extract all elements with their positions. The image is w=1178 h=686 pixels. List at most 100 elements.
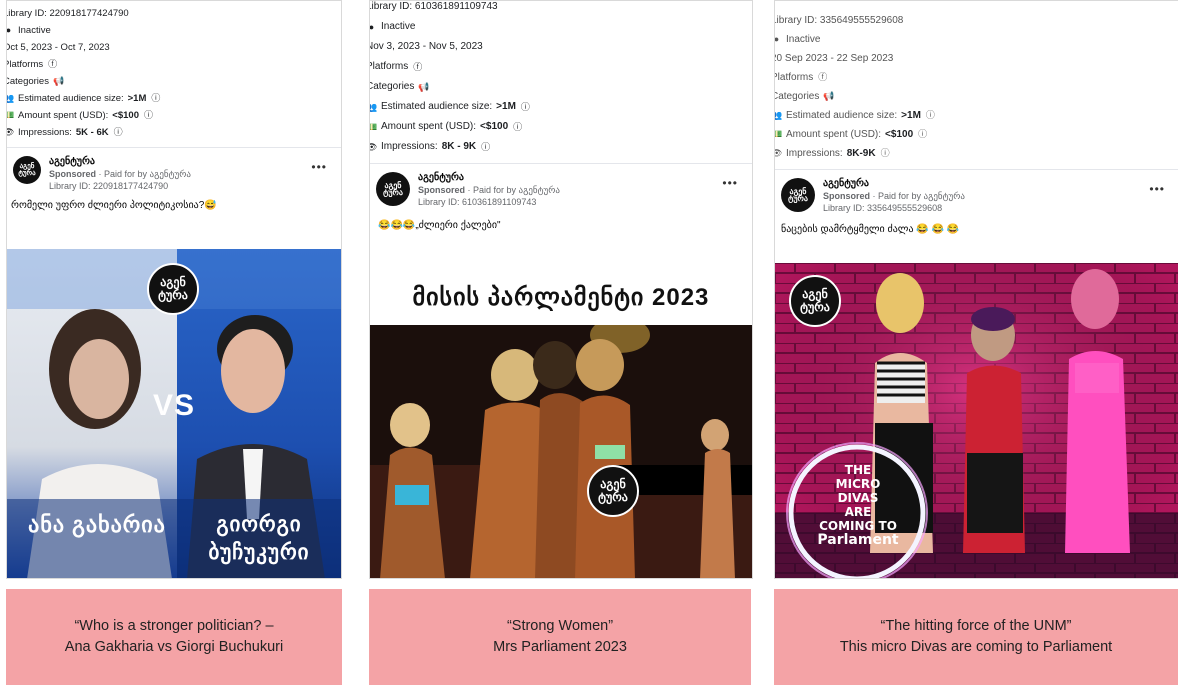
megaphone-icon: 📢 (52, 76, 65, 86)
people-icon: 👥 (775, 106, 782, 125)
info-icon[interactable]: ⓘ (512, 117, 523, 137)
spent-row: 💵Amount spent (USD):<$100ⓘ (370, 117, 752, 137)
banner-text: მისის პარლამენტი 2023 (412, 284, 710, 311)
ad-image-graphic (370, 325, 752, 578)
info-icon[interactable]: ⓘ (480, 137, 491, 157)
paid-for-text: · Paid for by აგენტურა (467, 185, 560, 195)
status-text: Inactive (786, 34, 821, 45)
post-caption: 😂😂😂„ძლიერი ქალები" (378, 220, 501, 231)
status-row: ● Inactive (774, 30, 1178, 49)
people-icon: 👥 (7, 90, 14, 107)
neon-line: Parlament (817, 532, 899, 548)
sponsored-label: Sponsored (823, 191, 871, 201)
facebook-icon: ⓕ (413, 62, 423, 72)
people-icon: 👥 (370, 97, 377, 117)
info-icon[interactable]: ⓘ (113, 124, 124, 141)
library-id: Library ID: 335649555529608 (774, 15, 904, 26)
neon-line: DIVAS (837, 491, 879, 505)
page-name[interactable]: აგენტურა (823, 178, 965, 190)
neon-line: MICRO (835, 477, 881, 491)
eye-icon: 👁 (370, 137, 377, 157)
eye-icon: 👁 (7, 124, 14, 141)
name-left: ანა გახარია (28, 512, 166, 537)
agentura-logo: აგენ ტურა (587, 465, 639, 517)
date-range: 20 Sep 2023 - 22 Sep 2023 (774, 53, 894, 64)
post-header: აგენ ტურა აგენტურა Sponsored · Paid for … (775, 170, 1178, 218)
more-options-icon[interactable]: ••• (311, 160, 327, 174)
platforms-row: Platforms ⓕ (370, 57, 752, 77)
money-icon: 💵 (7, 107, 14, 124)
status-row: ● Inactive (370, 17, 752, 37)
audience-row: 👥Estimated audience size:>1Mⓘ (370, 97, 752, 117)
ad-image[interactable]: მისის პარლამენტი 2023 აგენ ტურა (370, 273, 752, 578)
ad-card-3: Library ID: 335649555529608 ● Inactive 20… (774, 0, 1178, 579)
caption-line: This micro Divas are coming to Parliamen… (839, 639, 1113, 655)
page-name[interactable]: აგენტურა (49, 156, 191, 168)
translation-caption-3: “The hitting force of the UNM” This micr… (774, 589, 1178, 685)
more-options-icon[interactable]: ••• (1149, 182, 1165, 196)
ad-metadata: Library ID: 220918177424790 ● Inactive Oc… (6, 1, 341, 141)
agentura-logo: აგენ ტურა (789, 275, 841, 327)
ad-metadata: Library ID: 335649555529608 ● Inactive 20… (774, 7, 1178, 163)
caption-line: Mrs Parliament 2023 (493, 639, 627, 655)
impressions-row: 👁Impressions:8K-9Kⓘ (775, 144, 1178, 163)
neon-line: COMING TO (819, 519, 897, 533)
date-range: Oct 5, 2023 - Oct 7, 2023 (6, 42, 110, 53)
translation-caption-2: “Strong Women” Mrs Parliament 2023 (369, 589, 751, 685)
name-right: გიორგი ბუჩუკური (208, 513, 310, 564)
avatar[interactable]: აგენ ტურა (376, 172, 410, 206)
spent-row: 💵Amount spent (USD):<$100ⓘ (775, 125, 1178, 144)
check-circle-icon: ● (774, 34, 780, 44)
neon-text: THE MICRO DIVAS ARE COMING TO Parlament (795, 463, 921, 547)
impressions-row: 👁Impressions:5K - 6Kⓘ (7, 124, 341, 141)
post-library-id: Library ID: 335649555529608 (823, 203, 943, 213)
status-row: ● Inactive (7, 22, 341, 39)
categories-row: Categories 📢 (775, 87, 1178, 106)
ad-card-2: Library ID: 610361891109743 ● Inactive No… (369, 0, 753, 579)
spent-row: 💵Amount spent (USD):<$100ⓘ (7, 107, 341, 124)
vs-text: VS (153, 389, 196, 422)
post-library-id: Library ID: 610361891109743 (418, 197, 537, 207)
categories-row: Categories 📢 (370, 77, 752, 97)
ad-image[interactable]: აგენ ტურა VS ანა გახარია გიორგი ბუჩუკური (7, 249, 341, 578)
post-caption: რომელი უფრო ძლიერი პოლიტიკოსია?😅 (11, 200, 217, 211)
caption-line: “Who is a stronger politician? – (74, 618, 274, 634)
info-icon[interactable]: ⓘ (143, 107, 154, 124)
caption-line: “Strong Women” (506, 618, 614, 634)
post-header: აგენ ტურა აგენტურა Sponsored · Paid for … (7, 148, 341, 196)
page-name[interactable]: აგენტურა (418, 172, 560, 184)
facebook-icon: ⓕ (48, 59, 58, 69)
ad-card-1: Library ID: 220918177424790 ● Inactive Oc… (6, 0, 342, 579)
date-range: Nov 3, 2023 - Nov 5, 2023 (369, 41, 483, 52)
info-icon[interactable]: ⓘ (925, 106, 936, 125)
sponsored-label: Sponsored (49, 169, 97, 179)
platforms-row: Platforms ⓕ (775, 68, 1178, 87)
info-icon[interactable]: ⓘ (520, 97, 531, 117)
library-id: Library ID: 610361891109743 (369, 1, 498, 12)
impressions-row: 👁Impressions:8K - 9Kⓘ (370, 137, 752, 157)
info-icon[interactable]: ⓘ (150, 90, 161, 107)
eye-icon: 👁 (775, 144, 782, 163)
info-icon[interactable]: ⓘ (917, 125, 928, 144)
banner: მისის პარლამენტი 2023 (370, 273, 752, 325)
avatar[interactable]: აგენ ტურა (13, 156, 41, 184)
audience-row: 👥Estimated audience size:>1Mⓘ (7, 90, 341, 107)
ad-image[interactable]: აგენ ტურა THE MICRO DIVAS ARE COMING TO … (775, 263, 1178, 578)
translation-caption-1: “Who is a stronger politician? – Ana Gak… (6, 589, 342, 685)
sponsored-label: Sponsored (418, 185, 466, 195)
megaphone-icon: 📢 (823, 91, 835, 101)
money-icon: 💵 (370, 117, 377, 137)
post-header: აგენ ტურა აგენტურა Sponsored · Paid for … (370, 164, 752, 212)
paid-for-text: · Paid for by აგენტურა (98, 169, 191, 179)
post-caption: ნაცების დამრტყმელი ძალა 😂 😂 😂 (781, 224, 960, 235)
caption-line: Ana Gakharia vs Giorgi Buchukuri (64, 639, 284, 655)
megaphone-icon: 📢 (418, 82, 430, 92)
platforms-row: Platforms ⓕ (7, 56, 341, 73)
neon-line: THE (844, 463, 872, 477)
facebook-icon: ⓕ (818, 72, 828, 82)
info-icon[interactable]: ⓘ (880, 144, 891, 163)
more-options-icon[interactable]: ••• (722, 176, 738, 190)
avatar[interactable]: აგენ ტურა (781, 178, 815, 212)
categories-row: Categories 📢 (7, 73, 341, 90)
status-text: Inactive (18, 25, 51, 36)
